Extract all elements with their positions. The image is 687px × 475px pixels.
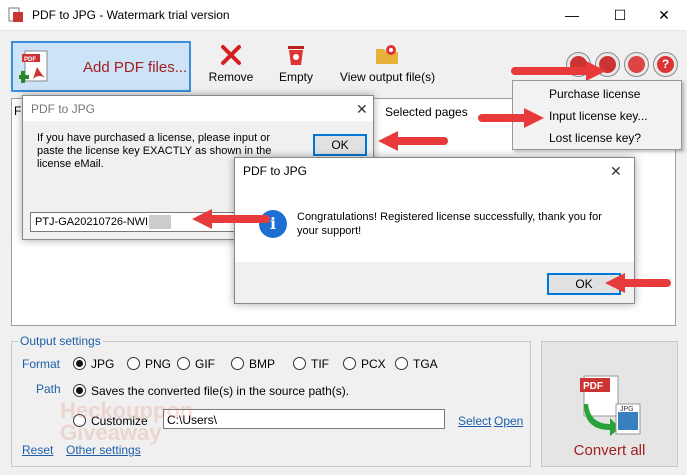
output-settings-title: Output settings xyxy=(18,334,103,348)
other-settings-link[interactable]: Other settings xyxy=(66,443,141,457)
jpg-badge-text: JPG xyxy=(620,406,634,413)
format-radio-tga[interactable] xyxy=(395,357,408,370)
format-label-tga: TGA xyxy=(413,357,438,371)
remove-x-icon xyxy=(221,45,241,65)
success-dialog-message: Congratulations! Registered license succ… xyxy=(297,211,602,237)
watermark-line-1: Heckouppon xyxy=(60,398,194,423)
watermark-logo: Heckouppon Giveaway xyxy=(60,400,193,444)
format-radio-pcx[interactable] xyxy=(343,357,356,370)
annotation-arrow-key xyxy=(511,61,606,81)
annotation-arrow-success-ok xyxy=(605,273,671,293)
title-bar: PDF to JPG - Watermark trial version — ☐… xyxy=(0,0,687,31)
close-button[interactable]: ✕ xyxy=(641,0,687,31)
view-output-button[interactable]: View output file(s) xyxy=(335,44,440,88)
format-label: Format xyxy=(22,357,61,371)
success-dialog: PDF to JPG ✕ i Congratulations! Register… xyxy=(234,157,635,304)
convert-all-label: Convert all xyxy=(573,442,646,459)
annotation-arrow-license-ok xyxy=(378,131,448,151)
window-title: PDF to JPG - Watermark trial version xyxy=(32,8,230,22)
format-radio-jpg[interactable] xyxy=(73,357,86,370)
customize-path-input[interactable]: C:\Users\ xyxy=(163,409,445,429)
license-key-redaction xyxy=(149,215,171,229)
menu-item-purchase-license[interactable]: Purchase license xyxy=(549,87,640,101)
watermark-line-2: Giveaway xyxy=(60,420,162,445)
reset-link[interactable]: Reset xyxy=(22,443,53,457)
add-pdf-label: Add PDF files... xyxy=(83,59,188,76)
format-label-tif: TIF xyxy=(311,357,329,371)
help-icon: ? xyxy=(657,56,674,73)
license-dialog-close-button[interactable]: ✕ xyxy=(356,101,368,118)
pdf-add-icon: PDF xyxy=(19,50,48,83)
path-source-label: Saves the converted file(s) in the sourc… xyxy=(91,384,350,398)
app-icon xyxy=(8,7,23,22)
format-label-png: PNG xyxy=(145,357,172,371)
select-path-link[interactable]: Select xyxy=(458,414,491,428)
menu-item-lost-license-key[interactable]: Lost license key? xyxy=(549,131,641,145)
maximize-button[interactable]: ☐ xyxy=(597,0,643,31)
pdf-badge-text: PDF xyxy=(583,381,603,392)
add-pdf-files-button[interactable]: PDF Add PDF files... xyxy=(11,41,191,92)
success-dialog-close-button[interactable]: ✕ xyxy=(610,163,622,180)
remove-button[interactable]: Remove xyxy=(205,44,257,88)
format-label-bmp: BMP xyxy=(249,357,276,371)
path-source-radio[interactable] xyxy=(73,384,86,397)
format-radio-tif[interactable] xyxy=(293,357,306,370)
key-round-button[interactable] xyxy=(624,52,649,77)
remove-label: Remove xyxy=(208,70,254,84)
format-radio-gif[interactable] xyxy=(177,357,190,370)
folder-view-icon xyxy=(376,45,398,64)
empty-label: Empty xyxy=(278,70,313,84)
annotation-arrow-menu xyxy=(478,108,544,128)
view-output-label: View output file(s) xyxy=(339,70,436,84)
license-key-value: PTJ-GA20210726-NWI xyxy=(35,216,149,228)
path-label: Path xyxy=(36,382,61,396)
format-label-pcx: PCX xyxy=(361,357,386,371)
format-radio-group: JPG PNG GIF BMP TIF PCX TGA xyxy=(73,355,453,373)
annotation-arrow-key-input xyxy=(192,209,270,229)
minimize-button[interactable]: — xyxy=(549,0,595,31)
selected-pages-header: Selected pages xyxy=(385,105,468,119)
license-ok-button[interactable]: OK xyxy=(313,134,367,156)
open-path-link[interactable]: Open xyxy=(494,414,523,428)
format-radio-bmp[interactable] xyxy=(231,357,244,370)
help-round-button[interactable]: ? xyxy=(653,52,678,77)
pdf-to-jpg-icon: PDF JPG xyxy=(580,375,641,436)
menu-item-input-license-key[interactable]: Input license key... xyxy=(549,109,648,123)
trash-icon xyxy=(288,46,304,65)
key-icon xyxy=(628,56,645,73)
convert-all-button[interactable]: PDF JPG Convert all xyxy=(541,341,678,467)
empty-button[interactable]: Empty xyxy=(272,44,320,88)
list-column-initial: F xyxy=(14,104,22,118)
success-dialog-title: PDF to JPG xyxy=(243,164,308,178)
format-label-gif: GIF xyxy=(195,357,215,371)
format-radio-png[interactable] xyxy=(127,357,140,370)
license-dialog-title: PDF to JPG xyxy=(31,102,96,116)
format-label-jpg: JPG xyxy=(91,357,115,371)
svg-text:PDF: PDF xyxy=(24,57,36,63)
